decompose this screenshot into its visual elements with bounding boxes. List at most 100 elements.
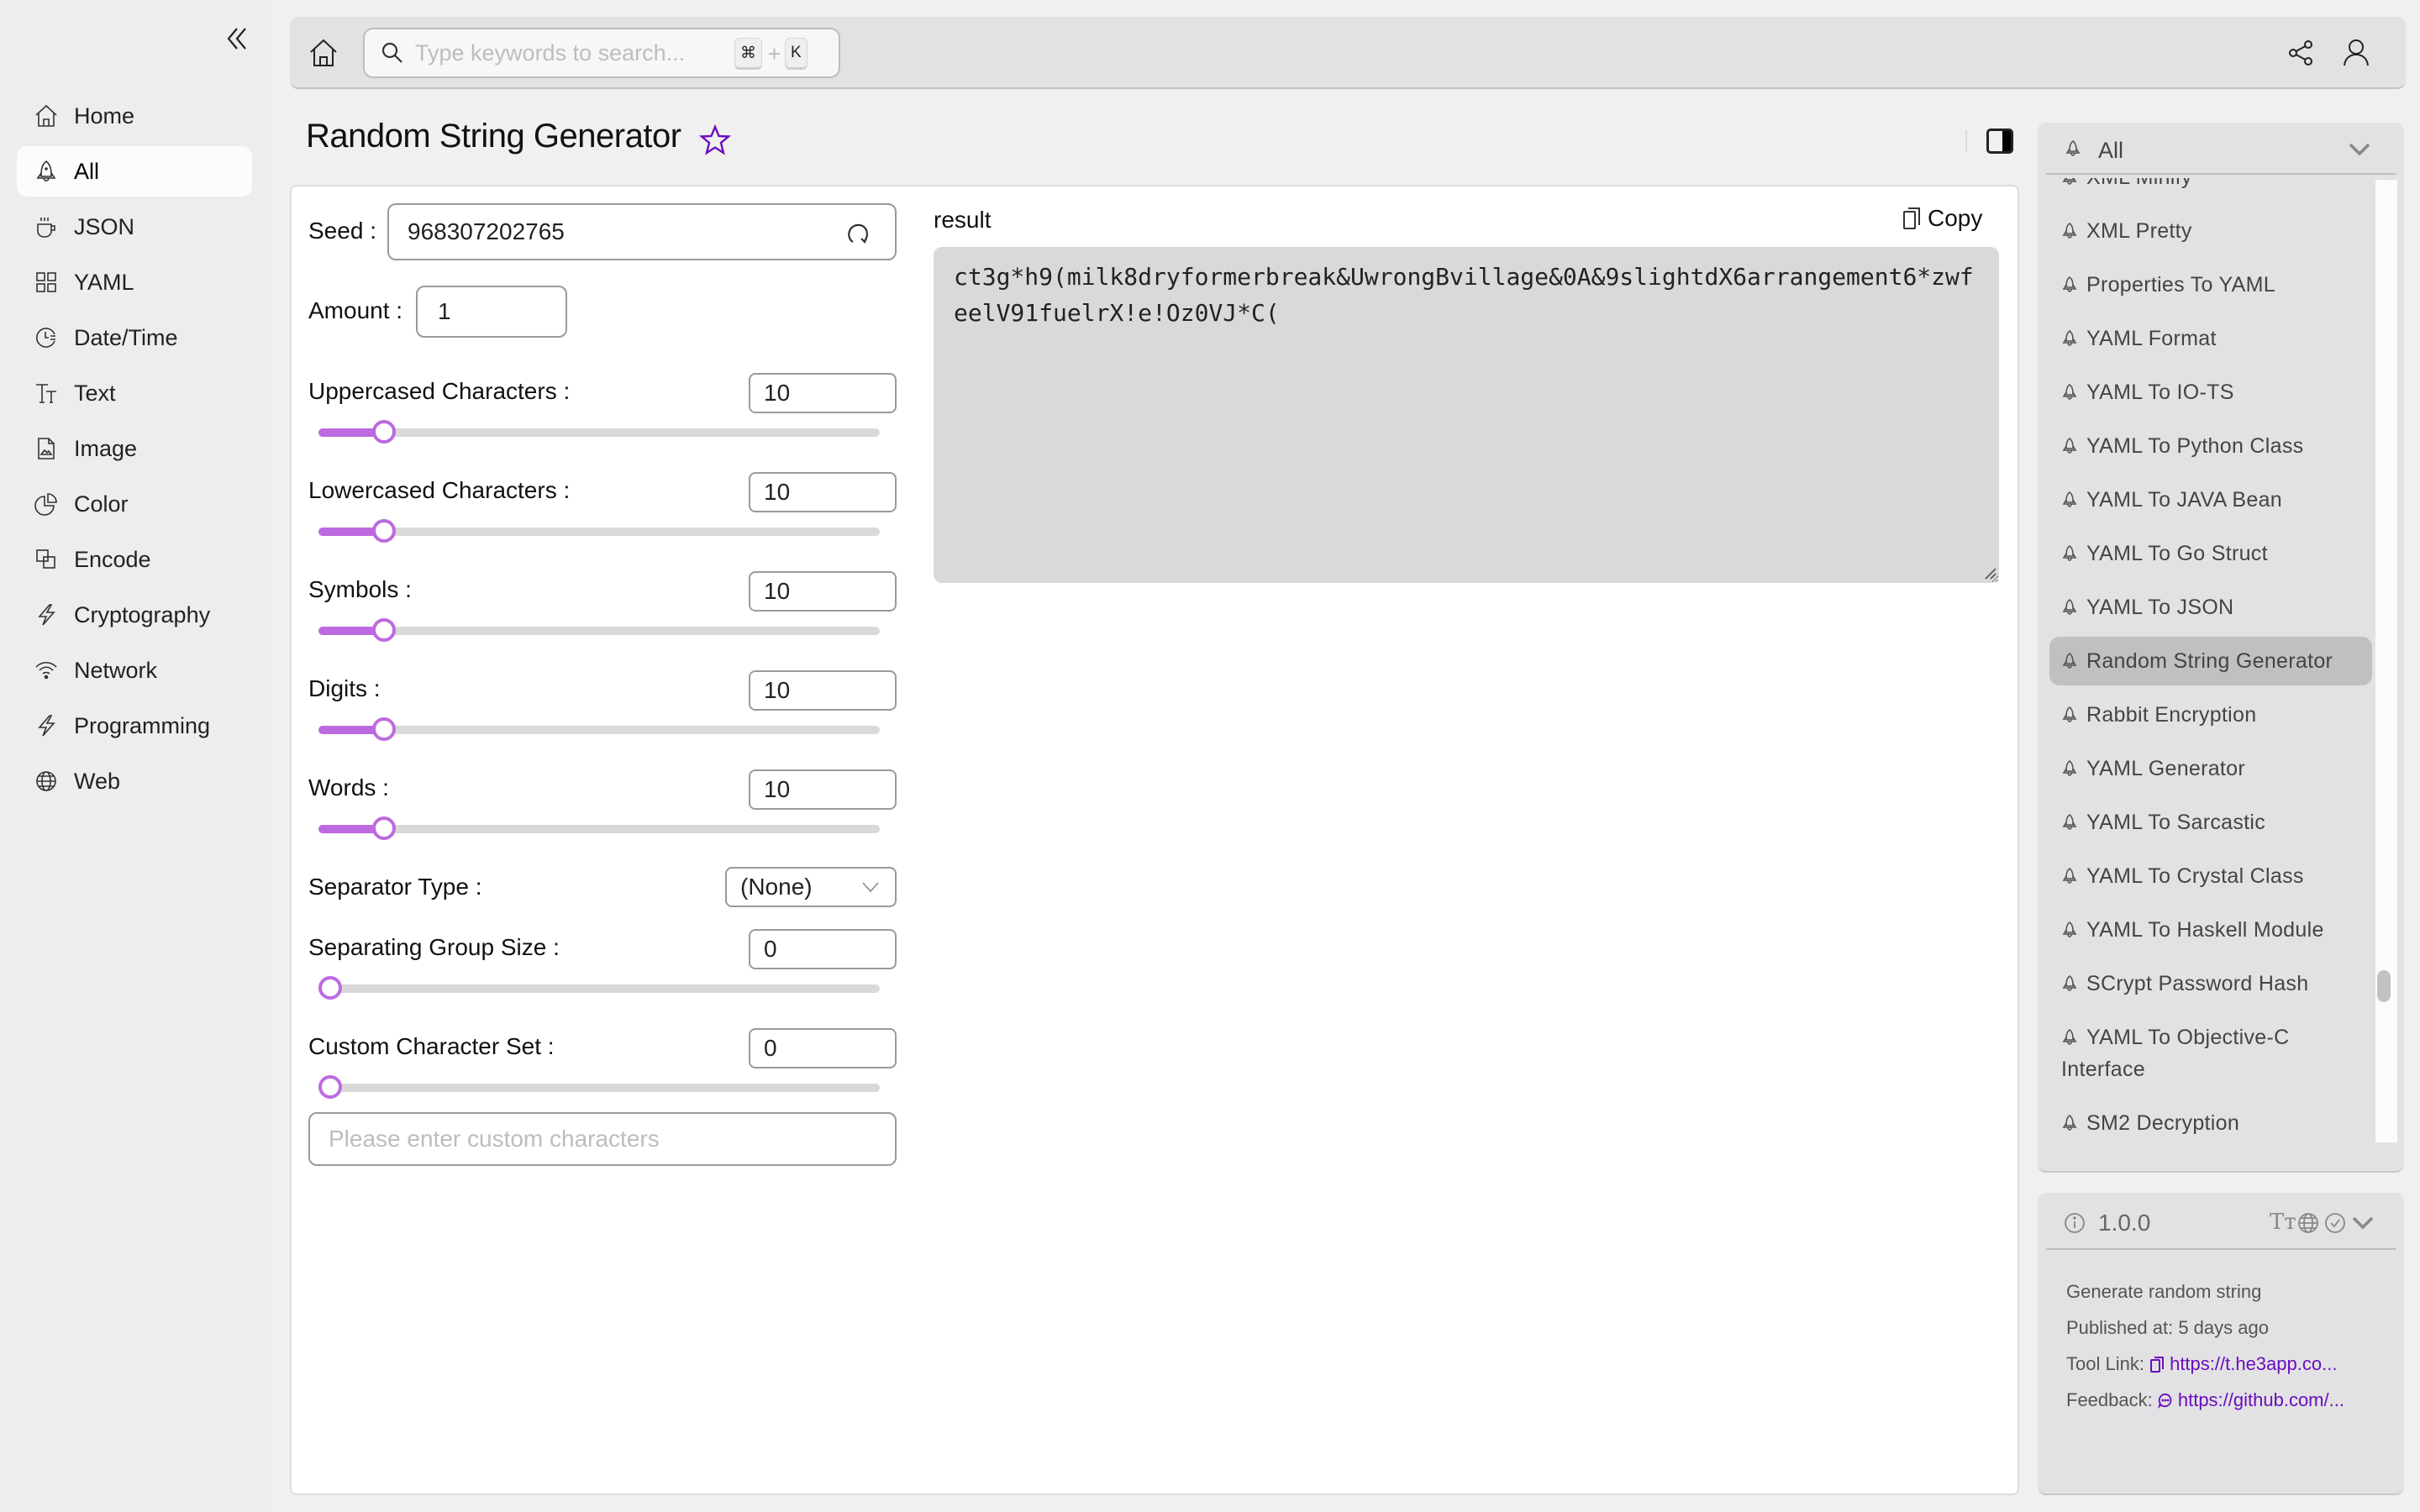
custom-set-label: Custom Character Set : xyxy=(308,1033,555,1060)
tool-list-item[interactable]: YAML To Sarcastic xyxy=(2049,798,2372,847)
text-size-icon xyxy=(34,381,59,406)
count-input[interactable] xyxy=(749,571,897,612)
slider-thumb[interactable] xyxy=(318,1075,342,1099)
home-button[interactable] xyxy=(308,37,339,69)
tool-list-item[interactable]: Rabbit Encryption xyxy=(2049,690,2372,739)
sidebar-item-cryptography[interactable]: Cryptography xyxy=(17,590,252,640)
version-label: 1.0.0 xyxy=(2098,1210,2151,1236)
count-slider[interactable] xyxy=(318,618,880,642)
tool-list-item[interactable]: XML Pretty xyxy=(2049,207,2372,255)
sidebar-item-home[interactable]: Home xyxy=(17,91,252,141)
count-input[interactable] xyxy=(749,373,897,413)
tool-list-item[interactable]: YAML To JSON xyxy=(2049,583,2372,632)
count-slider-block: Symbols : xyxy=(308,571,897,664)
custom-characters-input[interactable] xyxy=(308,1112,897,1166)
count-input[interactable] xyxy=(749,670,897,711)
copy-button[interactable]: Copy xyxy=(1902,205,1982,232)
text-size-icon[interactable]: Tт xyxy=(2270,1210,2296,1235)
tool-list-item[interactable]: YAML To Python Class xyxy=(2049,422,2372,470)
category-select[interactable]: All xyxy=(2046,123,2396,175)
count-label-text: Lowercased Characters xyxy=(308,477,557,503)
rocket-icon xyxy=(2061,701,2078,722)
favorite-button[interactable] xyxy=(698,123,732,156)
tools-list-scroll-thumb[interactable] xyxy=(2377,970,2391,1002)
sidebar-item-yaml[interactable]: YAML xyxy=(17,257,252,307)
search-box[interactable]: ⌘ + K xyxy=(363,28,840,78)
slider-thumb[interactable] xyxy=(372,717,396,741)
amount-input[interactable] xyxy=(416,286,567,338)
count-slider[interactable] xyxy=(318,717,880,741)
custom-set-slider[interactable] xyxy=(318,1075,880,1099)
sidebar-item-image[interactable]: Image xyxy=(17,423,252,474)
count-label: Symbols : xyxy=(308,576,412,603)
tool-link[interactable]: https://t.he3app.co... xyxy=(2170,1353,2337,1374)
amount-label: Amount : xyxy=(308,297,402,324)
count-label: Words : xyxy=(308,774,389,801)
check-circle-icon[interactable] xyxy=(2323,1211,2347,1235)
rocket-icon xyxy=(2061,1024,2078,1045)
tool-list-item[interactable]: Random String Generator xyxy=(2049,637,2372,685)
count-input[interactable] xyxy=(749,472,897,512)
user-account-button[interactable] xyxy=(2342,38,2370,66)
sidebar-item-color[interactable]: Color xyxy=(17,479,252,529)
user-icon xyxy=(2344,39,2369,66)
count-slider[interactable] xyxy=(318,816,880,840)
tool-list-item[interactable]: YAML To Go Struct xyxy=(2049,529,2372,578)
tool-list-item[interactable]: YAML To JAVA Bean xyxy=(2049,475,2372,524)
sidebar-item-web[interactable]: Web xyxy=(17,756,252,806)
sidebar-item-datetime[interactable]: Date/Time xyxy=(17,312,252,363)
toggle-right-panel-button[interactable] xyxy=(1986,129,2013,154)
tool-list-item[interactable]: YAML To Crystal Class xyxy=(2049,852,2372,900)
tool-list-item[interactable]: YAML To IO-TS xyxy=(2049,368,2372,417)
amount-label-text: Amount xyxy=(308,297,390,323)
sidebar-item-network[interactable]: Network xyxy=(17,645,252,696)
sidebar-item-programming[interactable]: Programming xyxy=(17,701,252,751)
slider-thumb[interactable] xyxy=(372,420,396,444)
slider-thumb[interactable] xyxy=(372,519,396,543)
slider-thumb[interactable] xyxy=(372,816,396,840)
sidebar-item-label: Web xyxy=(74,768,121,794)
chevron-down-icon[interactable] xyxy=(2352,1216,2374,1230)
tool-list-item-label: YAML To IO-TS xyxy=(2086,381,2234,404)
lightning-icon xyxy=(34,602,59,627)
search-input[interactable] xyxy=(415,39,701,66)
rocket-icon xyxy=(2061,916,2078,937)
group-size-slider[interactable] xyxy=(318,976,880,1000)
tool-list-item-label: YAML To Haskell Module xyxy=(2086,918,2324,942)
sidebar-item-label: Network xyxy=(74,657,158,683)
tool-list-item-label: YAML To Crystal Class xyxy=(2086,864,2304,888)
colon: : xyxy=(563,477,571,503)
sidebar-item-all[interactable]: All xyxy=(17,146,252,197)
count-slider[interactable] xyxy=(318,420,880,444)
sidebar-item-encode[interactable]: Encode xyxy=(17,534,252,585)
tools-panel: All XML Minify XML Pretty Properties To YA… xyxy=(2038,123,2404,1173)
resize-handle[interactable] xyxy=(1985,568,1996,580)
custom-set-input[interactable] xyxy=(749,1028,897,1068)
tool-list-item[interactable]: YAML To Objective-C Interface xyxy=(2049,1013,2372,1094)
tool-list-item[interactable]: YAML Generator xyxy=(2049,744,2372,793)
tool-list-item[interactable]: XML Minify xyxy=(2049,178,2372,202)
tool-list-item[interactable]: Properties To YAML xyxy=(2049,260,2372,309)
tool-list-item[interactable]: SM2 Decryption xyxy=(2049,1099,2372,1147)
seed-input[interactable] xyxy=(408,218,811,245)
sidebar-item-text[interactable]: Text xyxy=(17,368,252,418)
feedback-label: Feedback: xyxy=(2066,1389,2153,1410)
sidebar-item-json[interactable]: JSON xyxy=(17,202,252,252)
feedback-link[interactable]: https://github.com/... xyxy=(2178,1389,2344,1410)
separator-type-select[interactable]: (None) xyxy=(725,867,897,907)
share-button[interactable] xyxy=(2287,39,2314,66)
slider-thumb[interactable] xyxy=(372,618,396,642)
count-slider[interactable] xyxy=(318,519,880,543)
count-slider-block: Lowercased Characters : xyxy=(308,472,897,564)
seed-field[interactable] xyxy=(387,203,897,260)
count-input[interactable] xyxy=(749,769,897,810)
slider-thumb[interactable] xyxy=(318,976,342,1000)
tool-list-item[interactable]: SCrypt Password Hash xyxy=(2049,959,2372,1008)
result-output[interactable]: ct3g*h9(milk8dryformerbreak&UwrongBvilla… xyxy=(934,247,1999,583)
tool-list-item[interactable]: YAML Format xyxy=(2049,314,2372,363)
globe-icon[interactable] xyxy=(2296,1211,2320,1235)
tool-list-item[interactable]: YAML To Haskell Module xyxy=(2049,906,2372,954)
regenerate-seed-button[interactable] xyxy=(846,222,870,245)
group-size-input[interactable] xyxy=(749,929,897,969)
collapse-sidebar-button[interactable] xyxy=(224,24,250,54)
